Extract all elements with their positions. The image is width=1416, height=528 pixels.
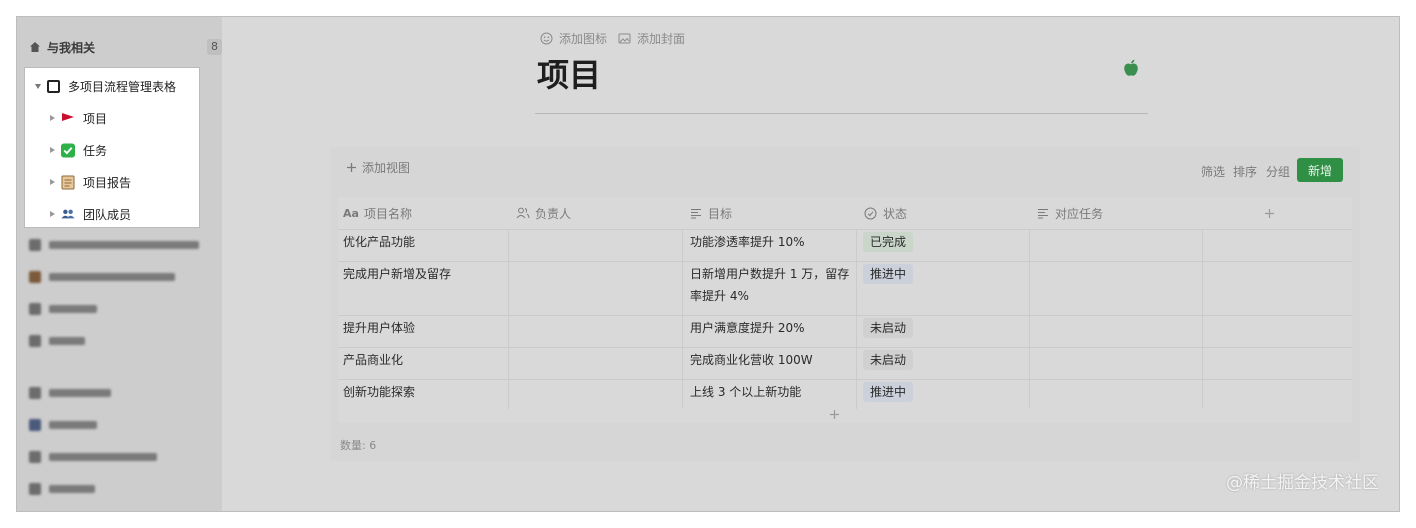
grid-line xyxy=(1029,229,1030,409)
grid-line xyxy=(1202,229,1203,409)
image-icon xyxy=(618,33,631,44)
tree-item-members[interactable]: 团队成员 xyxy=(25,198,199,230)
tree-item-label: 项目报告 xyxy=(83,175,132,190)
sidebar-item-mentions[interactable]: 与我相关 8 xyxy=(29,32,222,62)
add-view-button[interactable]: 添加视图 xyxy=(346,159,410,176)
add-icon-button[interactable]: 添加图标 xyxy=(540,30,607,47)
blurred-sidebar-item xyxy=(29,299,97,319)
cell-name[interactable]: 创新功能探索 xyxy=(343,381,415,403)
grid-line xyxy=(338,229,1352,230)
table-row-divider xyxy=(338,347,1352,348)
tree-item-project[interactable]: 项目 xyxy=(25,102,199,134)
column-header-goal[interactable]: 目标 xyxy=(690,197,732,229)
column-header-label: 负责人 xyxy=(535,206,572,221)
clipboard-icon xyxy=(61,175,75,189)
cell-name[interactable]: 完成用户新增及留存 xyxy=(343,263,451,285)
grid-line xyxy=(682,229,683,409)
text-lines-icon xyxy=(691,208,701,218)
cell-goal[interactable]: 功能渗透率提升 10% xyxy=(690,231,850,253)
cell-name[interactable]: 提升用户体验 xyxy=(343,317,415,339)
status-badge[interactable]: 未启动 xyxy=(863,318,914,338)
plus-icon xyxy=(347,163,356,172)
page-title: 项目 xyxy=(537,56,602,94)
blurred-sidebar-item xyxy=(29,267,175,287)
column-header-tasks[interactable]: 对应任务 xyxy=(1037,197,1103,229)
chevron-right-icon[interactable] xyxy=(50,147,55,153)
add-view-label: 添加视图 xyxy=(362,161,411,175)
blurred-sidebar-item xyxy=(29,447,157,467)
grid-line xyxy=(856,229,857,409)
tree-item-label: 项目 xyxy=(83,111,108,126)
blurred-sidebar-item xyxy=(29,331,85,351)
cell-goal[interactable]: 上线 3 个以上新功能 xyxy=(690,381,850,403)
blurred-sidebar-item xyxy=(29,479,95,499)
divider xyxy=(535,113,1148,114)
smile-icon xyxy=(540,32,553,45)
page-tree-highlight: 多项目流程管理表格 项目 任务 项目报告 团队成员 xyxy=(25,68,199,227)
app-window: 与我相关 8 多项目流程管理表格 项目 任务 项目报告 团队成员 添加图标 添加… xyxy=(17,17,1399,511)
database-card: 添加视图 筛选 排序 分组 新增 Aa 项目名称 负责人 目标 状态 对应任务 … xyxy=(330,147,1360,461)
text-type-icon: Aa xyxy=(343,206,359,220)
cell-name[interactable]: 优化产品功能 xyxy=(343,231,415,253)
plus-icon xyxy=(1265,208,1274,218)
blurred-sidebar-item xyxy=(29,235,199,255)
status-circle-icon xyxy=(864,207,877,219)
cell-goal[interactable]: 日新增用户数提升 1 万，留存率提升 4% xyxy=(690,263,850,307)
text-lines-icon xyxy=(1038,208,1048,218)
red-flag-icon xyxy=(61,111,75,125)
filter-button[interactable]: 筛选 xyxy=(1201,163,1225,180)
column-header-name[interactable]: Aa 项目名称 xyxy=(343,197,412,229)
tree-item-root[interactable]: 多项目流程管理表格 xyxy=(25,70,199,102)
record-count: 数量: 6 xyxy=(340,439,377,452)
watermark: @稀土掘金技术社区 xyxy=(1226,473,1379,493)
add-column-button[interactable] xyxy=(1264,197,1275,229)
column-header-owner[interactable]: 负责人 xyxy=(516,197,571,229)
new-record-button[interactable]: 新增 xyxy=(1297,158,1343,182)
chevron-right-icon[interactable] xyxy=(50,115,55,121)
home-icon xyxy=(30,42,40,52)
cell-goal[interactable]: 用户满意度提升 20% xyxy=(690,317,850,339)
blurred-sidebar-item xyxy=(29,415,97,435)
people-icon xyxy=(61,207,75,221)
chevron-down-icon[interactable] xyxy=(35,83,41,89)
column-header-label: 项目名称 xyxy=(363,206,412,221)
add-icon-label: 添加图标 xyxy=(559,32,608,46)
table-row-divider xyxy=(338,315,1352,316)
status-badge[interactable]: 已完成 xyxy=(863,232,914,252)
table-row-divider xyxy=(338,379,1352,380)
add-row-plus-icon[interactable] xyxy=(829,409,840,420)
column-header-label: 目标 xyxy=(708,206,733,221)
tree-item-task[interactable]: 任务 xyxy=(25,134,199,166)
group-button[interactable]: 分组 xyxy=(1266,163,1290,180)
square-icon xyxy=(46,79,60,93)
column-header-status[interactable]: 状态 xyxy=(864,197,907,229)
blurred-sidebar-item xyxy=(29,383,111,403)
grid-line xyxy=(508,229,509,409)
add-cover-button[interactable]: 添加封面 xyxy=(618,30,685,47)
main-content: 添加图标 添加封面 项目 添加视图 筛选 排序 分组 新增 Aa 项目名称 负责… xyxy=(222,17,1399,511)
cell-goal[interactable]: 完成商业化营收 100W xyxy=(690,349,850,371)
status-badge[interactable]: 未启动 xyxy=(863,350,914,370)
chevron-right-icon[interactable] xyxy=(50,179,55,185)
count-badge: 8 xyxy=(207,39,222,55)
people-icon xyxy=(516,207,530,219)
apple-icon[interactable] xyxy=(1122,59,1140,77)
sort-button[interactable]: 排序 xyxy=(1233,163,1257,180)
column-header-label: 对应任务 xyxy=(1055,206,1104,221)
table-row-divider xyxy=(338,261,1352,262)
cell-name[interactable]: 产品商业化 xyxy=(343,349,403,371)
tree-item-label: 任务 xyxy=(83,143,108,158)
tree-item-label: 团队成员 xyxy=(83,207,132,222)
check-box-icon xyxy=(61,143,75,157)
sidebar: 与我相关 8 多项目流程管理表格 项目 任务 项目报告 团队成员 xyxy=(17,17,222,511)
status-badge[interactable]: 推进中 xyxy=(863,382,914,402)
add-cover-label: 添加封面 xyxy=(637,32,686,46)
tree-item-report[interactable]: 项目报告 xyxy=(25,166,199,198)
sidebar-item-label: 与我相关 xyxy=(47,40,96,55)
chevron-right-icon[interactable] xyxy=(50,211,55,217)
data-table: Aa 项目名称 负责人 目标 状态 对应任务 优化产品功能 功能渗透率提升 10… xyxy=(338,197,1352,423)
tree-item-label: 多项目流程管理表格 xyxy=(68,79,177,94)
column-header-label: 状态 xyxy=(883,206,908,221)
status-badge[interactable]: 推进中 xyxy=(863,264,914,284)
